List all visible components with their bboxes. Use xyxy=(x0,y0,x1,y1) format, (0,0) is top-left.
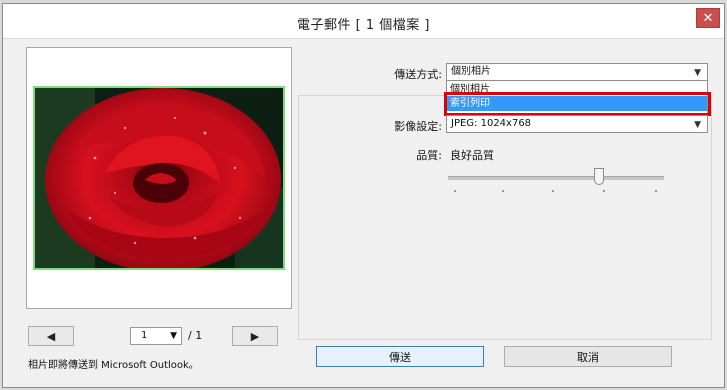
send-button[interactable]: 傳送 xyxy=(316,346,484,367)
send-method-label: 傳送方式: xyxy=(394,68,442,81)
slider-tick xyxy=(552,190,554,192)
send-method-value: 個別相片 xyxy=(451,66,491,77)
close-icon: ✕ xyxy=(702,10,714,26)
status-message: 相片即將傳送到 Microsoft Outlook。 xyxy=(28,360,199,371)
send-method-dropdown[interactable]: 個別相片 ▼ xyxy=(446,63,708,81)
cancel-button[interactable]: 取消 xyxy=(504,346,672,367)
page-total: / 1 xyxy=(188,329,203,342)
image-settings-label: 影像設定: xyxy=(394,120,442,133)
page-number-select[interactable]: 1 ▼ xyxy=(130,327,182,345)
highlight-annotation xyxy=(444,92,711,116)
rose-photo xyxy=(35,88,283,268)
cancel-button-label: 取消 xyxy=(577,350,599,364)
next-page-button[interactable]: ▶ xyxy=(232,326,278,346)
image-settings-dropdown[interactable]: JPEG: 1024x768 ▼ xyxy=(446,115,708,133)
slider-tick xyxy=(502,190,504,192)
quality-slider-track[interactable] xyxy=(448,176,664,180)
page-number-value: 1 xyxy=(141,330,148,341)
dialog-title: 電子郵件 [ 1 個檔案 ] xyxy=(297,18,430,33)
title-bar: 電子郵件 [ 1 個檔案 ] ✕ xyxy=(3,4,724,39)
page-navigator: ◀ 1 ▼ / 1 ▶ xyxy=(28,326,278,348)
slider-tick xyxy=(655,190,657,192)
slider-tick xyxy=(603,190,605,192)
photo-preview-pane xyxy=(26,47,292,309)
chevron-down-icon: ▼ xyxy=(694,68,701,78)
arrow-left-icon: ◀ xyxy=(46,329,56,343)
send-button-label: 傳送 xyxy=(389,350,411,364)
chevron-down-icon: ▼ xyxy=(694,120,701,130)
slider-tick xyxy=(454,190,456,192)
previous-page-button[interactable]: ◀ xyxy=(28,326,74,346)
chevron-down-icon: ▼ xyxy=(170,331,177,341)
close-button[interactable]: ✕ xyxy=(696,8,720,28)
image-settings-value: JPEG: 1024x768 xyxy=(451,118,532,129)
quality-slider-thumb[interactable] xyxy=(594,168,605,185)
photo-frame xyxy=(33,86,285,270)
arrow-right-icon: ▶ xyxy=(250,329,260,343)
quality-value: 良好品質 xyxy=(450,149,494,162)
quality-label: 品質: xyxy=(416,149,442,162)
